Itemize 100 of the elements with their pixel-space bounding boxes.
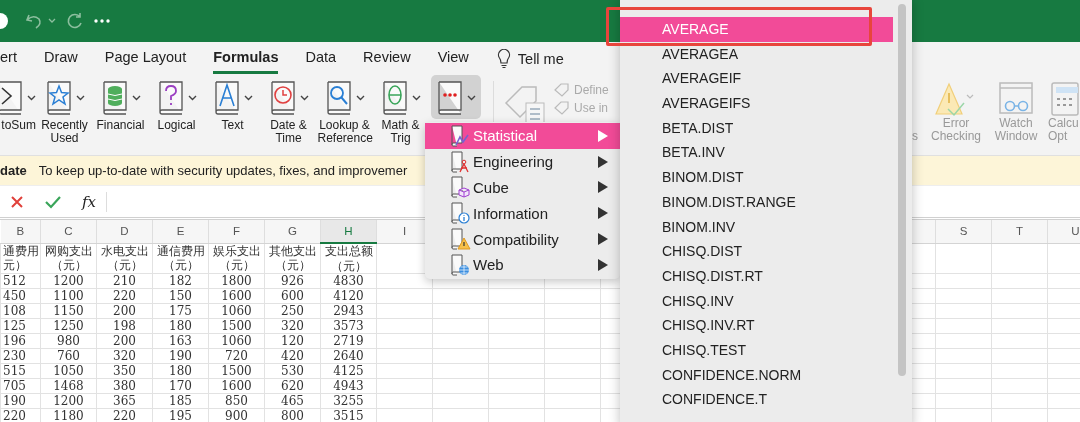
function-library-button[interactable]: Financial bbox=[93, 75, 148, 151]
table-cell: 465 bbox=[264, 393, 321, 409]
table-cell: 3255 bbox=[320, 393, 377, 409]
table-header-cell: 娱乐支出 （元） bbox=[208, 243, 265, 274]
table-cell: 200 bbox=[96, 303, 153, 319]
table-cell: 620 bbox=[264, 378, 321, 394]
function-book-icon bbox=[324, 80, 353, 116]
caret-icon bbox=[467, 95, 476, 101]
table-cell: 2719 bbox=[320, 333, 377, 349]
table-cell: 220 bbox=[0, 408, 41, 422]
caret-icon bbox=[355, 95, 365, 101]
table-cell: 980 bbox=[40, 333, 97, 349]
table-header-cell: 网购支出 （元） bbox=[40, 243, 97, 274]
column-header[interactable]: B bbox=[0, 220, 41, 243]
column-header[interactable]: G bbox=[264, 220, 321, 243]
function-menu-item[interactable]: AVERAGEIF bbox=[620, 66, 893, 92]
column-header[interactable]: T bbox=[991, 220, 1048, 243]
tell-me-search[interactable]: Tell me bbox=[517, 50, 564, 67]
table-cell: 2640 bbox=[320, 348, 377, 364]
function-library-button[interactable]: toSum bbox=[0, 75, 36, 151]
column-header[interactable]: D bbox=[96, 220, 153, 243]
function-library-button[interactable] bbox=[431, 75, 481, 119]
table-cell: 515 bbox=[0, 363, 41, 379]
function-menu-item[interactable]: CHISQ.INV.RT bbox=[620, 313, 893, 338]
function-library-button[interactable]: Recently Used bbox=[37, 75, 92, 151]
table-cell: 1468 bbox=[40, 378, 97, 394]
column-header[interactable]: S bbox=[935, 220, 992, 243]
function-menu-item[interactable]: CHISQ.INV bbox=[620, 288, 893, 314]
function-menu-item[interactable]: AVERAGEA bbox=[620, 41, 893, 67]
column-header[interactable]: E bbox=[152, 220, 209, 243]
table-cell: 163 bbox=[152, 333, 209, 349]
function-library-button[interactable]: Date & Time bbox=[261, 75, 316, 151]
table-cell: 380 bbox=[96, 378, 153, 394]
table-cell: 365 bbox=[96, 393, 153, 409]
table-cell: 926 bbox=[264, 273, 321, 289]
app-icon[interactable] bbox=[0, 10, 10, 32]
function-book-icon bbox=[212, 80, 241, 116]
table-header-cell: 支出总额 （元） bbox=[320, 243, 377, 274]
caret-icon bbox=[187, 95, 197, 101]
table-cell: 420 bbox=[264, 348, 321, 364]
table-cell: 1500 bbox=[208, 318, 265, 334]
table-cell: 190 bbox=[152, 348, 209, 364]
caret-icon bbox=[411, 95, 421, 101]
function-menu-item[interactable]: AVERAGEIFS bbox=[620, 91, 893, 116]
function-menu-item[interactable]: BETA.DIST bbox=[620, 115, 893, 141]
function-book-icon bbox=[380, 80, 409, 116]
table-cell: 1500 bbox=[208, 363, 265, 379]
check-icon[interactable] bbox=[44, 194, 62, 209]
ribbon-tab[interactable]: Review bbox=[363, 43, 411, 74]
column-header[interactable]: C bbox=[40, 220, 97, 243]
function-library-button[interactable]: Text bbox=[205, 75, 260, 151]
function-menu-item[interactable]: CHISQ.DIST bbox=[620, 239, 893, 264]
table-cell: 120 bbox=[264, 333, 321, 349]
ribbon-tab[interactable]: View bbox=[437, 43, 469, 74]
function-menu-item[interactable]: CONFIDENCE.NORM bbox=[620, 362, 893, 388]
table-cell: 530 bbox=[264, 363, 321, 379]
column-header[interactable]: H bbox=[320, 220, 377, 243]
function-menu-item[interactable]: CHISQ.TEST bbox=[620, 337, 893, 363]
table-header-cell: 通信费用 （元） bbox=[152, 243, 209, 274]
table-cell: 125 bbox=[0, 318, 41, 334]
column-header[interactable]: F bbox=[208, 220, 265, 243]
table-cell: 705 bbox=[0, 378, 41, 394]
category-menu-item[interactable]: Cube bbox=[425, 174, 620, 201]
table-cell: 230 bbox=[0, 348, 41, 364]
table-cell: 1060 bbox=[208, 303, 265, 319]
function-menu-item[interactable]: BINOM.INV bbox=[620, 214, 893, 240]
chevron-down-icon[interactable] bbox=[48, 18, 56, 24]
submenu-arrow-icon bbox=[598, 155, 608, 168]
ribbon-tab[interactable]: ert bbox=[0, 43, 17, 74]
scrollbar-thumb[interactable] bbox=[898, 4, 906, 376]
function-library-button[interactable]: Math & Trig bbox=[373, 75, 428, 151]
table-cell: 320 bbox=[96, 348, 153, 364]
category-menu-item[interactable]: Engineering bbox=[425, 148, 620, 175]
column-header[interactable]: U bbox=[1047, 220, 1080, 243]
redo-icon[interactable] bbox=[66, 12, 84, 30]
function-library-button[interactable]: Lookup & Reference bbox=[317, 75, 372, 151]
ribbon-tab[interactable]: Page Layout bbox=[104, 43, 187, 74]
table-cell: 3573 bbox=[320, 318, 377, 334]
function-menu-item[interactable]: BINOM.DIST.RANGE bbox=[620, 189, 893, 215]
caret-icon bbox=[299, 95, 309, 101]
insert-function-button[interactable]: fx bbox=[82, 192, 96, 211]
function-menu-item[interactable]: CONFIDENCE.T bbox=[620, 387, 893, 412]
function-library-button[interactable]: Logical bbox=[149, 75, 204, 151]
tag-icon bbox=[554, 83, 570, 97]
table-cell: 220 bbox=[96, 288, 153, 304]
category-menu-item[interactable]: Web bbox=[425, 252, 620, 278]
more-icon[interactable] bbox=[94, 19, 110, 23]
table-cell: 1050 bbox=[40, 363, 97, 379]
table-cell: 1800 bbox=[208, 273, 265, 289]
function-book-icon bbox=[156, 80, 185, 116]
table-cell: 760 bbox=[40, 348, 97, 364]
table-cell: 196 bbox=[0, 333, 41, 349]
table-cell: 108 bbox=[0, 303, 41, 319]
function-menu-item[interactable]: BINOM.DIST bbox=[620, 165, 893, 190]
ribbon-tab[interactable]: Draw bbox=[43, 43, 78, 74]
cancel-icon[interactable] bbox=[10, 194, 24, 209]
ribbon-tab[interactable]: Data bbox=[305, 43, 337, 74]
table-cell: 190 bbox=[0, 393, 41, 409]
function-menu-item[interactable]: CHISQ.DIST.RT bbox=[620, 263, 893, 289]
function-menu-item[interactable]: BETA.INV bbox=[620, 140, 893, 166]
